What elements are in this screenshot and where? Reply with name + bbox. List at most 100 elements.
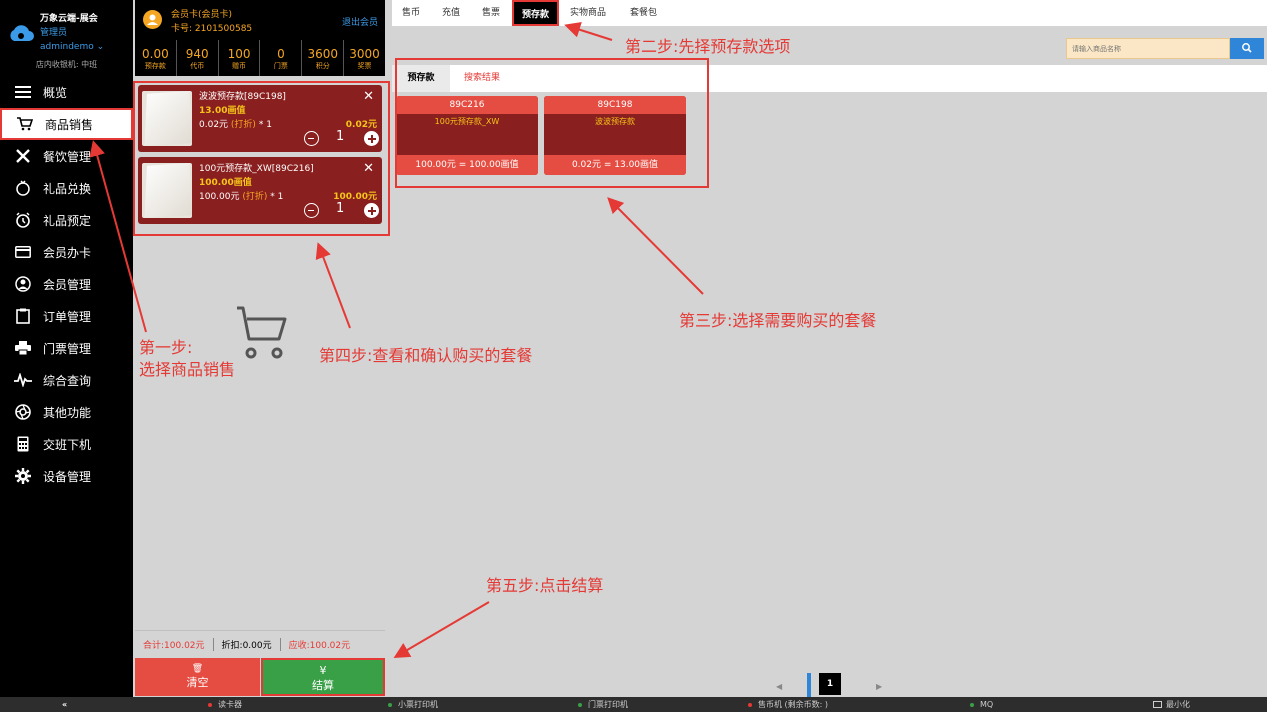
minimize-button[interactable]: 最小化 <box>1153 697 1190 712</box>
nav-orders[interactable]: 订单管理 <box>0 300 133 332</box>
tab-recharge[interactable]: 充值 <box>442 0 460 26</box>
checkout-label: 结算 <box>312 679 334 692</box>
pager-indicator <box>807 673 811 697</box>
nav-label: 礼品兑换 <box>43 181 92 196</box>
cart-summary: 合计:100.02元 折扣:0.00元 应收:100.02元 <box>135 630 385 658</box>
status-bar: « 读卡器 小票打印机 门票打印机 售币机 (剩余币数: ) MQ 最小化 <box>0 697 1267 712</box>
clipboard-icon <box>14 307 32 325</box>
status-dot-icon <box>388 702 392 707</box>
status-ticket-printer: 门票打印机 <box>578 697 628 712</box>
exit-member-button[interactable]: 退出会员 <box>342 15 378 28</box>
terminal-info: 店内收银机: 中班 <box>35 60 98 69</box>
tab-deposit[interactable]: 预存款 <box>512 0 560 26</box>
nav-shift-end[interactable]: 交班下机 <box>0 428 133 460</box>
tab-sell-coins[interactable]: 售币 <box>402 0 420 26</box>
summary-discount: 折扣:0.00元 <box>214 638 281 651</box>
annotation-step4: 第四步:查看和确认购买的套餐 <box>319 346 533 365</box>
nav-member-manage[interactable]: 会员管理 <box>0 268 133 300</box>
user-role: 管理员 <box>40 28 68 38</box>
status-card-reader: 读卡器 <box>208 697 242 712</box>
nav-label: 餐饮管理 <box>43 149 92 164</box>
nav-product-sales[interactable]: 商品销售 <box>0 108 133 140</box>
member-avatar-icon <box>143 10 162 29</box>
collapse-sidebar-button[interactable]: « <box>62 697 67 712</box>
stat-points: 3600 积分 <box>302 40 345 76</box>
yen-icon: ¥ <box>319 664 327 677</box>
user-circle-icon <box>14 275 32 293</box>
nav-label: 会员管理 <box>43 277 92 292</box>
gear-icon <box>14 467 32 485</box>
stat-prize-tickets: 3000 奖票 <box>349 47 380 71</box>
stat-tickets: 0 门票 <box>260 40 303 76</box>
nav-label: 门票管理 <box>43 341 92 356</box>
status-coin-machine: 售币机 (剩余币数: ) <box>748 697 828 712</box>
status-dot-icon <box>208 702 212 707</box>
window-icon <box>1153 701 1162 708</box>
highlight-box-cart <box>133 81 390 236</box>
cloud-logo-icon <box>10 25 34 41</box>
search-icon <box>1242 43 1252 53</box>
sidebar: 万象云端-展会 管理员 admindemo ⌄ 店内收银机: 中班 概览 商品销… <box>0 0 133 697</box>
empty-cart-icon <box>237 306 287 359</box>
nav-member-card[interactable]: 会员办卡 <box>0 236 133 268</box>
status-dot-icon <box>748 702 752 707</box>
annotation-step2: 第二步:先择预存款选项 <box>625 37 791 56</box>
sidebar-header: 万象云端-展会 管理员 admindemo ⌄ 店内收银机: 中班 <box>0 0 133 76</box>
clear-cart-button[interactable]: 🗑 清空 <box>135 658 260 696</box>
search-input[interactable] <box>1066 38 1230 59</box>
nav-label: 概览 <box>43 85 68 100</box>
cart-icon <box>16 115 34 133</box>
nav-gift-reserve[interactable]: 礼品预定 <box>0 204 133 236</box>
calculator-icon <box>14 435 32 453</box>
nav-label: 交班下机 <box>43 437 92 452</box>
checkout-button[interactable]: ¥ 结算 <box>261 658 385 696</box>
status-dot-icon <box>578 702 582 707</box>
member-card-no: 卡号: 2101500585 <box>171 24 253 34</box>
trash-icon: 🗑 <box>191 664 204 674</box>
pulse-icon <box>14 371 32 389</box>
user-menu[interactable]: admindemo ⌄ <box>40 42 104 52</box>
aperture-icon <box>14 403 32 421</box>
gift-icon <box>14 179 32 197</box>
arrow-step2 <box>564 22 613 41</box>
stat-deposit: 0.00 预存款 <box>135 40 177 76</box>
stat-bonus-coins: 100 赠币 <box>219 40 261 76</box>
arrow-step5 <box>393 601 490 659</box>
annotation-step3: 第三步:选择需要购买的套餐 <box>679 311 877 330</box>
arrow-step3 <box>607 197 704 295</box>
summary-total: 合计:100.02元 <box>135 638 214 651</box>
nav-catering[interactable]: 餐饮管理 <box>0 140 133 172</box>
member-name: 会员卡(会员卡) <box>171 10 233 20</box>
nav-tickets[interactable]: 门票管理 <box>0 332 133 364</box>
annotation-step5: 第五步:点击结算 <box>486 576 604 595</box>
clock-icon <box>14 211 32 229</box>
clear-label: 清空 <box>186 676 209 689</box>
stat-tokens: 940 代币 <box>177 40 219 76</box>
nav-other[interactable]: 其他功能 <box>0 396 133 428</box>
search-button[interactable] <box>1230 38 1264 59</box>
tab-physical-goods[interactable]: 实物商品 <box>570 0 606 26</box>
status-receipt-printer: 小票打印机 <box>388 697 438 712</box>
card-icon <box>14 243 32 261</box>
brand-name: 万象云端-展会 <box>40 14 98 24</box>
annotation-step1: 第一步: 选择商品销售 <box>139 338 236 379</box>
summary-due: 应收:100.02元 <box>288 641 351 651</box>
pager-page[interactable]: 1 <box>819 673 841 695</box>
pager-prev-button[interactable]: ◀ <box>776 682 782 691</box>
status-dot-icon <box>970 702 974 707</box>
nav-label: 其他功能 <box>43 405 92 420</box>
pager-next-button[interactable]: ▶ <box>876 682 882 691</box>
nav-query[interactable]: 综合查询 <box>0 364 133 396</box>
highlight-box-products <box>395 58 709 188</box>
nav-label: 设备管理 <box>43 469 92 484</box>
utensils-icon <box>14 147 32 165</box>
category-tabs: 售币 充值 售票 预存款 实物商品 套餐包 <box>392 0 1267 26</box>
nav-gift-exchange[interactable]: 礼品兑换 <box>0 172 133 204</box>
menu-icon <box>14 83 32 101</box>
tab-packages[interactable]: 套餐包 <box>630 0 657 26</box>
tab-tickets[interactable]: 售票 <box>482 0 500 26</box>
status-mq: MQ <box>970 697 993 712</box>
nav-overview[interactable]: 概览 <box>0 76 133 108</box>
nav-devices[interactable]: 设备管理 <box>0 460 133 492</box>
member-stats: 0.00 预存款 940 代币 100 赠币 0 门票 3600 积分 3000 奖票 <box>135 40 385 76</box>
